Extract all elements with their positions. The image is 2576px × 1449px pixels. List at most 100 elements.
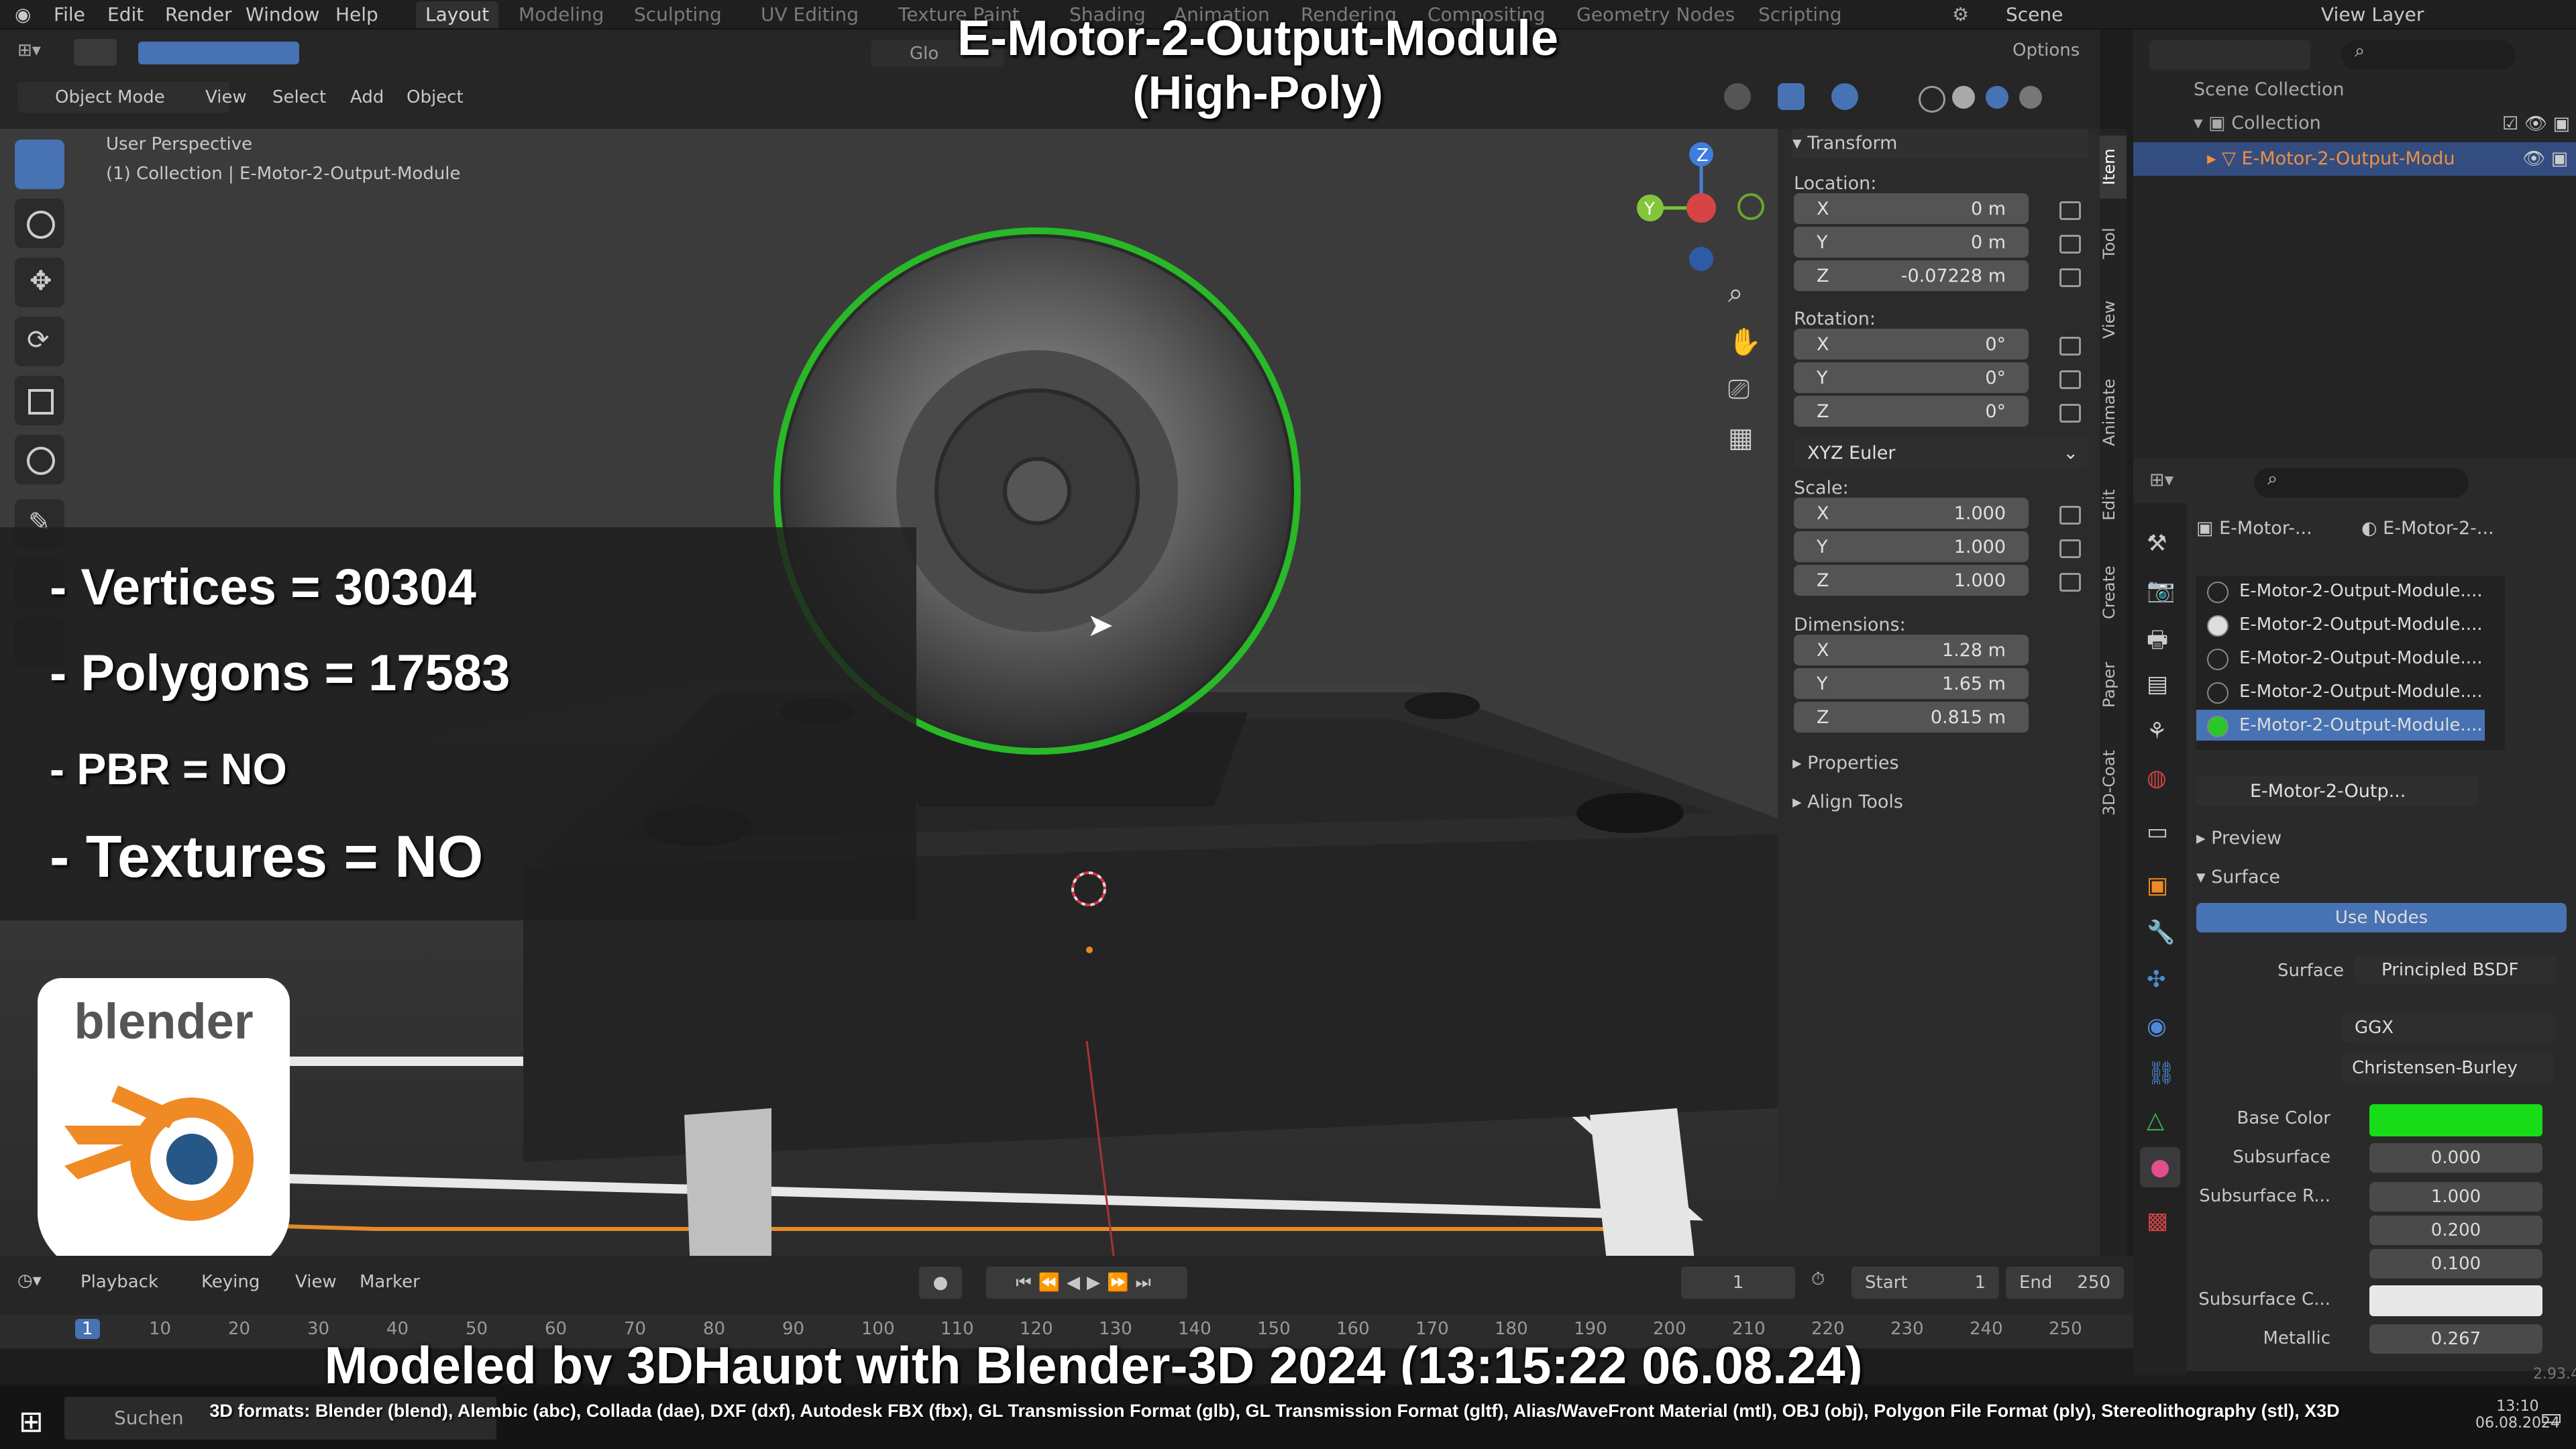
select-tool-icon[interactable]: [74, 39, 117, 66]
subsurface-method-dropdown[interactable]: Christensen-Burley: [2341, 1053, 2553, 1083]
collection-item[interactable]: ▾ ▣ Collection: [2194, 113, 2321, 133]
lock-icon[interactable]: [2059, 539, 2081, 558]
menu-view[interactable]: View: [205, 87, 247, 107]
sidebar-tab-create[interactable]: Create: [2100, 550, 2127, 635]
material-slot-row[interactable]: E-Motor-2-Output-Module....: [2196, 609, 2485, 640]
view-layer-selector[interactable]: View Layer: [2321, 0, 2424, 30]
subsurface-radius-y[interactable]: 0.200: [2369, 1216, 2542, 1245]
menu-render[interactable]: Render: [165, 0, 232, 30]
render-tab-icon[interactable]: 📷: [2147, 577, 2175, 604]
loc-z-field[interactable]: Z -0.07228 m: [1794, 260, 2029, 291]
rot-y-field[interactable]: Y 0°: [1794, 362, 2029, 393]
texture-tab-icon[interactable]: ▩: [2147, 1208, 2168, 1234]
editor-type-icon[interactable]: ⊞▾: [17, 40, 41, 60]
workspace-tab-uv-editing[interactable]: UV Editing: [751, 1, 868, 28]
scale-tool-icon[interactable]: [15, 376, 64, 425]
particles-tab-icon[interactable]: ✣: [2147, 966, 2166, 993]
start-frame-field[interactable]: Start 1: [1851, 1267, 1999, 1299]
outliner-object-row[interactable]: ▸ ▽ E-Motor-2-Output-Modu: [2133, 142, 2576, 176]
menu-edit[interactable]: Edit: [107, 0, 144, 30]
windows-start-icon[interactable]: ⊞: [19, 1405, 44, 1439]
sidebar-tab-paper[interactable]: Paper: [2100, 648, 2127, 722]
scene-selector[interactable]: Scene: [2006, 0, 2063, 30]
rotate-tool-icon[interactable]: ⟳: [15, 317, 64, 366]
material-slot-row[interactable]: E-Motor-2-Output-Module....: [2196, 576, 2485, 606]
keying-menu[interactable]: Keying: [201, 1272, 260, 1292]
workspace-tab-modeling[interactable]: Modeling: [509, 1, 613, 28]
material-breadcrumb[interactable]: ◐ E-Motor-2-...: [2361, 518, 2494, 539]
subsurface-radius-x[interactable]: 1.000: [2369, 1182, 2542, 1212]
view-layer-tab-icon[interactable]: ▤: [2147, 671, 2168, 698]
material-slot-row[interactable]: E-Motor-2-Output-Module....: [2196, 643, 2485, 674]
menu-add[interactable]: Add: [350, 87, 384, 107]
material-tab-icon[interactable]: ●: [2140, 1147, 2180, 1187]
material-datablock-field[interactable]: E-Motor-2-Outp...: [2196, 775, 2478, 806]
properties-panel-header[interactable]: ▸ Properties: [1792, 753, 1899, 773]
move-tool-icon[interactable]: ✥: [15, 258, 64, 307]
output-tab-icon[interactable]: 🖶: [2147, 624, 2168, 662]
options-button[interactable]: Options: [2012, 40, 2080, 60]
menu-window[interactable]: Window: [246, 0, 319, 30]
align-tools-panel-header[interactable]: ▸ Align Tools: [1792, 792, 1903, 812]
world-tab-icon[interactable]: ◍: [2147, 765, 2167, 792]
lock-icon[interactable]: [2059, 268, 2081, 287]
object-tab-icon[interactable]: ▣: [2147, 872, 2168, 899]
lock-icon[interactable]: [2059, 337, 2081, 356]
modifier-tab-icon[interactable]: 🔧: [2147, 919, 2175, 946]
use-nodes-button[interactable]: Use Nodes: [2196, 903, 2567, 932]
subsurface-radius-z[interactable]: 0.100: [2369, 1249, 2542, 1279]
sidebar-tab-animate[interactable]: Animate: [2100, 365, 2127, 460]
current-frame-field[interactable]: 1: [1681, 1267, 1795, 1299]
zoom-icon[interactable]: ⌕: [1728, 278, 1743, 309]
preview-panel-header[interactable]: ▸ Preview: [2196, 828, 2282, 849]
outliner-display-mode[interactable]: [2149, 40, 2310, 70]
metallic-field[interactable]: 0.267: [2369, 1324, 2542, 1354]
scl-z-field[interactable]: Z 1.000: [1794, 565, 2029, 596]
timeline-editor-type[interactable]: ◷▾: [17, 1271, 42, 1291]
collection-visibility-icons[interactable]: ☑ 👁 ▣: [2502, 113, 2570, 134]
outliner-search-input[interactable]: ⌕: [2341, 40, 2516, 70]
distribution-dropdown[interactable]: GGX: [2341, 1013, 2556, 1042]
data-tab-icon[interactable]: △: [2147, 1107, 2164, 1134]
playback-menu[interactable]: Playback: [80, 1272, 158, 1292]
lock-icon[interactable]: [2059, 235, 2081, 254]
selection-mode-group[interactable]: [138, 42, 299, 64]
menu-select[interactable]: Select: [272, 87, 326, 107]
material-slot-row[interactable]: E-Motor-2-Output-Module....: [2196, 710, 2485, 741]
transform-panel-header[interactable]: ▾ Transform: [1792, 129, 2088, 158]
playback-controls[interactable]: ⏮⏪◀▶⏩⏭: [986, 1267, 1187, 1299]
subsurface-color-swatch[interactable]: [2369, 1285, 2542, 1316]
sidebar-tab-edit[interactable]: Edit: [2100, 474, 2127, 537]
scl-x-field[interactable]: X 1.000: [1794, 498, 2029, 529]
object-visibility-icons[interactable]: 👁 ▣: [2522, 148, 2568, 169]
physics-tab-icon[interactable]: ◉: [2147, 1013, 2167, 1040]
lock-icon[interactable]: [2059, 573, 2081, 592]
workspace-tab-layout[interactable]: Layout: [416, 1, 499, 28]
cursor-tool-icon[interactable]: [15, 199, 64, 248]
lock-icon[interactable]: [2059, 201, 2081, 220]
rotation-mode-dropdown[interactable]: XYZ Euler ⌄: [1794, 437, 2089, 468]
sidebar-tab-tool[interactable]: Tool: [2100, 212, 2127, 275]
rot-x-field[interactable]: X 0°: [1794, 329, 2029, 360]
menu-help[interactable]: Help: [335, 0, 378, 30]
navigation-gizmo[interactable]: Z Y: [1630, 134, 1778, 275]
dim-x-field[interactable]: X 1.28 m: [1794, 635, 2029, 665]
camera-icon[interactable]: ⎚: [1728, 374, 1750, 405]
workspace-tab-scripting[interactable]: Scripting: [1749, 1, 1851, 28]
sidebar-tab-item[interactable]: Item: [2100, 136, 2127, 199]
notification-icon[interactable]: ▭: [2540, 1403, 2563, 1431]
end-frame-field[interactable]: End 250: [2006, 1267, 2124, 1299]
scene-tab-icon[interactable]: ⚘: [2147, 718, 2167, 745]
collection-tab-icon[interactable]: ▭: [2147, 818, 2168, 845]
loc-x-field[interactable]: X 0 m: [1794, 193, 2029, 224]
timeline-view-menu[interactable]: View: [295, 1272, 337, 1292]
tool-tab-icon[interactable]: ⚒: [2147, 530, 2167, 557]
sidebar-tab-3d-coat[interactable]: 3D-Coat: [2100, 735, 2127, 830]
loc-y-field[interactable]: Y 0 m: [1794, 227, 2029, 258]
material-slot-row[interactable]: E-Motor-2-Output-Module....: [2196, 676, 2485, 707]
constraints-tab-icon[interactable]: ⛓: [2147, 1060, 2176, 1087]
record-button[interactable]: ●: [919, 1267, 962, 1299]
timer-icon[interactable]: ⏱: [1811, 1269, 1825, 1290]
scl-y-field[interactable]: Y 1.000: [1794, 531, 2029, 562]
select-box-tool-icon[interactable]: [15, 140, 64, 189]
